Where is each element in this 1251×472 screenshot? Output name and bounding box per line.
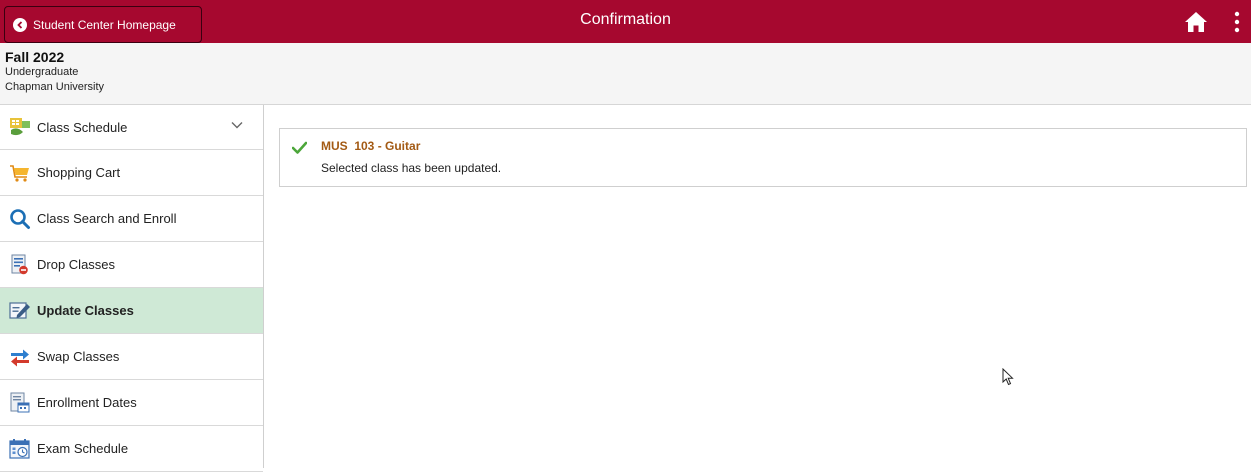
checkmark-icon (292, 141, 307, 154)
term-label: Fall 2022 (5, 49, 65, 65)
calendar-icon (10, 392, 30, 412)
sidebar-nav: Class Schedule Shopping Cart Class Searc… (0, 105, 264, 472)
chevron-down-icon[interactable] (231, 121, 243, 129)
sidebar-item-label: Class Search and Enroll (37, 211, 177, 226)
sidebar-item-class-schedule[interactable]: Class Schedule (0, 105, 263, 150)
kebab-menu-icon[interactable] (1232, 10, 1242, 34)
top-bar: Student Center Homepage Confirmation (0, 0, 1251, 43)
confirmation-message: Selected class has been updated. (321, 161, 502, 175)
main-content: MUS 103 - Guitar Selected class has been… (265, 105, 1251, 468)
sidebar-item-label: Drop Classes (37, 257, 116, 272)
sidebar-item-shopping-cart[interactable]: Shopping Cart (0, 150, 263, 196)
sidebar-item-swap-classes[interactable]: Swap Classes (0, 334, 263, 380)
student-center-homepage-button[interactable]: Student Center Homepage (4, 6, 202, 43)
sidebar-item-label: Enrollment Dates (37, 395, 137, 410)
sidebar-item-label: Class Schedule (37, 119, 128, 135)
back-button-label: Student Center Homepage (33, 17, 176, 32)
exam-icon (9, 438, 30, 459)
sidebar-item-enrollment-dates[interactable]: Enrollment Dates (0, 380, 263, 426)
sidebar-item-label: Update Classes (37, 303, 134, 318)
sidebar-item-class-search[interactable]: Class Search and Enroll (0, 196, 263, 242)
back-icon (13, 17, 27, 32)
career-label: Undergraduate (5, 66, 79, 78)
sidebar-item-label: Swap Classes (37, 349, 120, 364)
class-name: MUS 103 - Guitar (321, 139, 421, 153)
home-icon[interactable] (1184, 11, 1208, 33)
search-icon (10, 208, 30, 229)
drop-icon (11, 254, 28, 274)
sidebar-item-label: Shopping Cart (37, 165, 121, 180)
sidebar-item-exam-schedule[interactable]: Exam Schedule (0, 426, 263, 472)
sidebar-item-label: Exam Schedule (37, 441, 129, 456)
sidebar-item-drop-classes[interactable]: Drop Classes (0, 242, 263, 288)
update-icon (9, 301, 30, 319)
cart-icon (10, 164, 29, 182)
term-context: Fall 2022 Undergraduate Chapman Universi… (0, 43, 1251, 105)
schedule-icon (10, 118, 30, 136)
confirmation-panel: MUS 103 - Guitar Selected class has been… (279, 128, 1247, 187)
mouse-cursor-icon (1002, 368, 1014, 386)
institution-label: Chapman University (5, 81, 105, 93)
sidebar-item-update-classes[interactable]: Update Classes (0, 288, 263, 334)
swap-icon (11, 349, 29, 366)
